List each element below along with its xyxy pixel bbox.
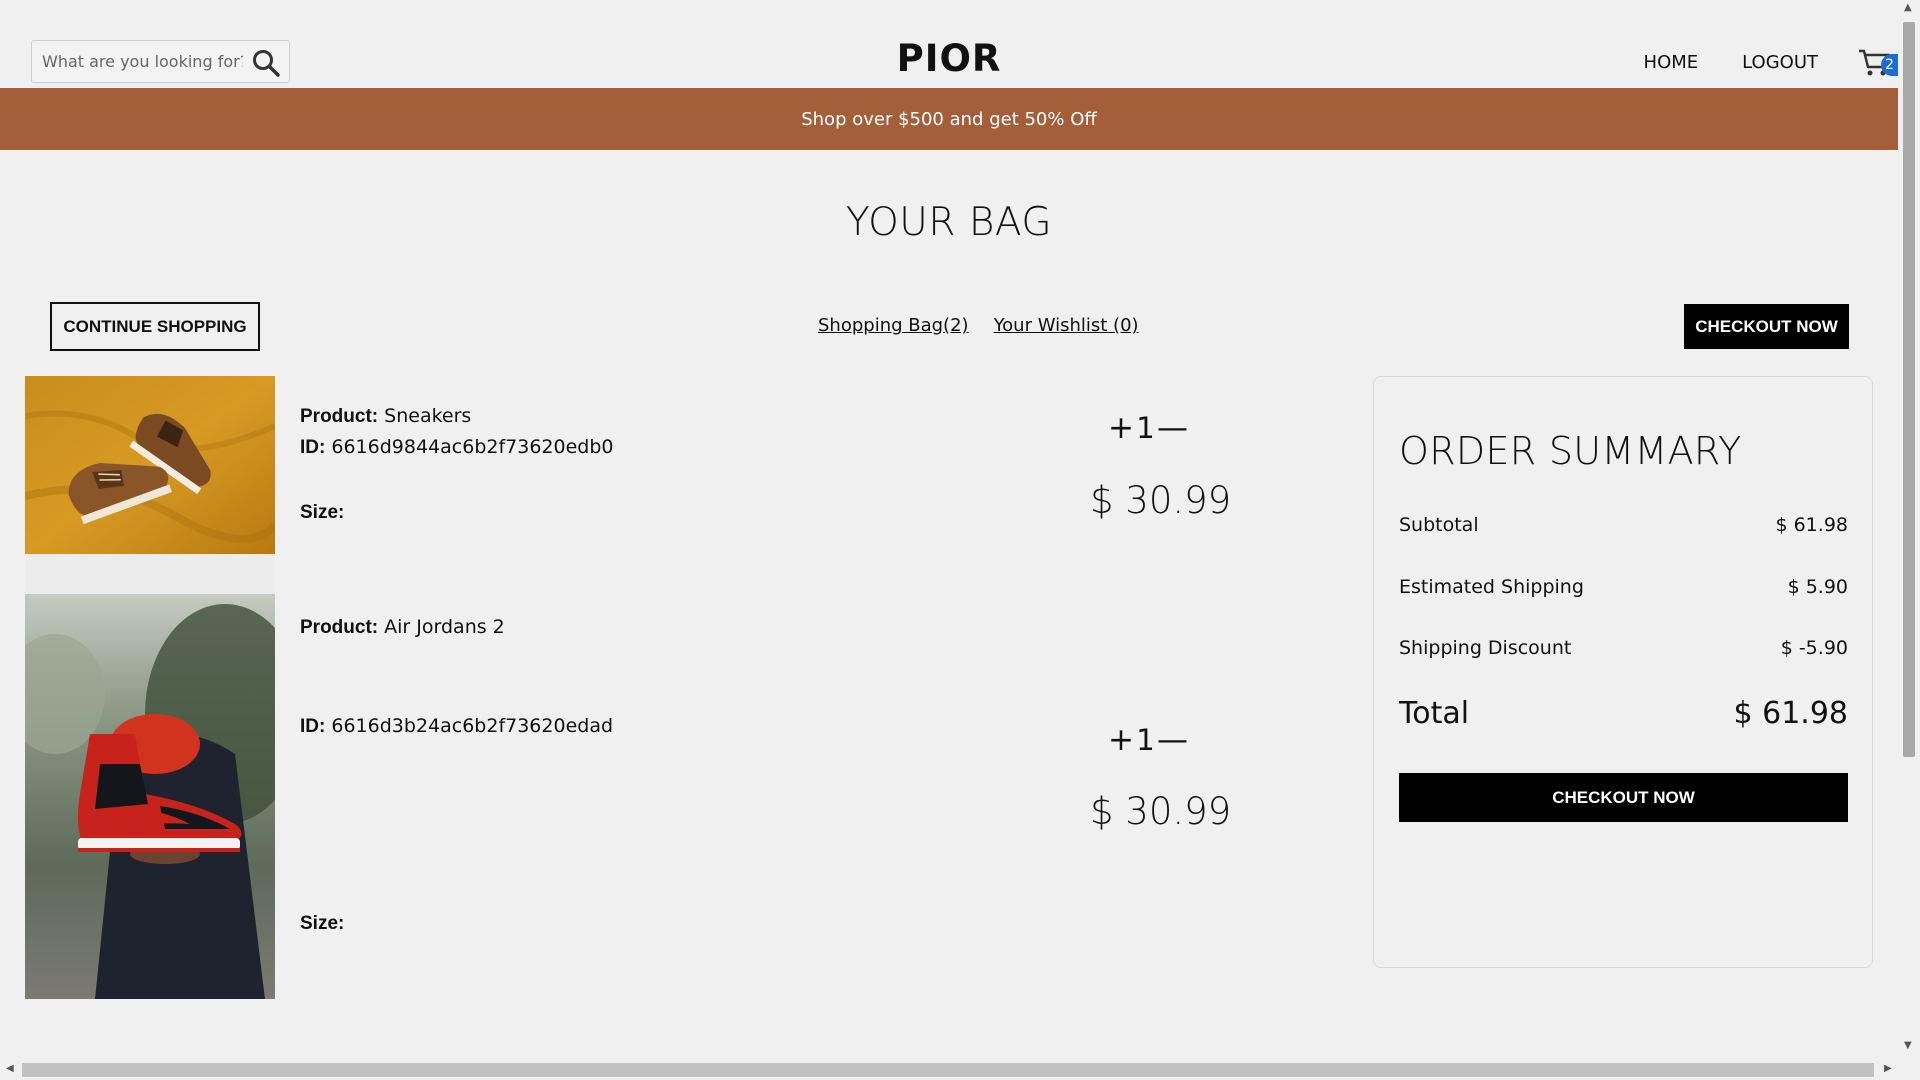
nav-logout[interactable]: LOGOUT: [1742, 52, 1818, 73]
summary-row-subtotal: Subtotal $ 61.98: [1399, 514, 1848, 536]
increase-quantity-button[interactable]: +: [1108, 410, 1134, 446]
navbar: PIOR HOME LOGOUT: [0, 0, 1898, 88]
product-name-row: Product: Sneakers: [300, 405, 471, 428]
summary-title: ORDER SUMMARY: [1399, 429, 1742, 473]
product-name: Sneakers: [384, 405, 472, 427]
horizontal-scroll-thumb[interactable]: [22, 1063, 1874, 1077]
nav-home[interactable]: HOME: [1644, 52, 1699, 73]
id-label: ID:: [300, 716, 326, 737]
total-value: $ 61.98: [1733, 696, 1848, 731]
product-id-row: ID: 6616d3b24ac6b2f73620edad: [300, 715, 613, 738]
summary-value: $ -5.90: [1780, 637, 1848, 659]
wishlist-link[interactable]: Your Wishlist (0): [994, 315, 1139, 336]
quantity-control: + 1 —: [1108, 410, 1188, 446]
vertical-scrollbar[interactable]: ▲ ▼: [1898, 0, 1920, 1080]
checkout-now-button[interactable]: CHECKOUT NOW: [1684, 304, 1849, 349]
product-label: Product:: [300, 406, 379, 427]
size-label: Size:: [300, 913, 345, 934]
product-size-row: Size:: [300, 912, 344, 935]
product-id: 6616d9844ac6b2f73620edb0: [331, 436, 614, 458]
summary-label: Shipping Discount: [1399, 637, 1572, 659]
total-label: Total: [1399, 696, 1470, 731]
summary-label: Estimated Shipping: [1399, 576, 1584, 598]
product-name-row: Product: Air Jordans 2: [300, 616, 505, 639]
product-id: 6616d3b24ac6b2f73620edad: [331, 715, 614, 737]
scroll-left-icon[interactable]: ◀: [6, 1063, 14, 1074]
summary-row-shipping: Estimated Shipping $ 5.90: [1399, 576, 1848, 598]
product-size-row: Size:: [300, 501, 344, 524]
quantity-value: 1: [1136, 723, 1155, 757]
decrease-quantity-button[interactable]: —: [1157, 410, 1188, 446]
scroll-down-icon[interactable]: ▼: [1904, 1040, 1912, 1051]
order-summary: ORDER SUMMARY Subtotal $ 61.98 Estimated…: [1373, 376, 1873, 968]
product-image-sneakers[interactable]: [25, 376, 275, 554]
quantity-control: + 1 —: [1108, 722, 1188, 758]
vertical-scroll-thumb[interactable]: [1903, 22, 1915, 757]
summary-value: $ 5.90: [1787, 576, 1848, 598]
logo[interactable]: PIOR: [0, 37, 1898, 80]
continue-shopping-button[interactable]: CONTINUE SHOPPING: [50, 302, 260, 351]
decrease-quantity-button[interactable]: —: [1157, 722, 1188, 758]
scroll-up-icon[interactable]: ▲: [1904, 2, 1912, 13]
summary-row-discount: Shipping Discount $ -5.90: [1399, 637, 1848, 659]
promo-banner: Shop over $500 and get 50% Off: [0, 88, 1898, 150]
product-label: Product:: [300, 617, 379, 638]
horizontal-scrollbar[interactable]: ◀ ▶: [0, 1058, 1898, 1080]
product-price: $ 30.99: [1090, 479, 1232, 522]
product-price: $ 30.99: [1090, 790, 1232, 833]
shopping-bag-link[interactable]: Shopping Bag(2): [818, 315, 969, 336]
summary-row-total: Total $ 61.98: [1399, 696, 1848, 731]
id-label: ID:: [300, 437, 326, 458]
scroll-right-icon[interactable]: ▶: [1884, 1063, 1892, 1074]
product-id-row: ID: 6616d9844ac6b2f73620edb0: [300, 436, 614, 459]
page-title: YOUR BAG: [845, 200, 1053, 245]
summary-checkout-button[interactable]: CHECKOUT NOW: [1399, 773, 1848, 822]
bag-links: Shopping Bag(2) Your Wishlist (0): [818, 315, 1139, 336]
product-name: Air Jordans 2: [384, 616, 505, 638]
size-label: Size:: [300, 502, 345, 523]
summary-label: Subtotal: [1399, 514, 1479, 536]
product-image-air-jordans[interactable]: [25, 554, 275, 999]
cart-count-badge: 2: [1881, 54, 1898, 76]
quantity-value: 1: [1136, 411, 1155, 445]
summary-value: $ 61.98: [1775, 514, 1848, 536]
nav-links: HOME LOGOUT: [1644, 52, 1818, 73]
increase-quantity-button[interactable]: +: [1108, 722, 1134, 758]
